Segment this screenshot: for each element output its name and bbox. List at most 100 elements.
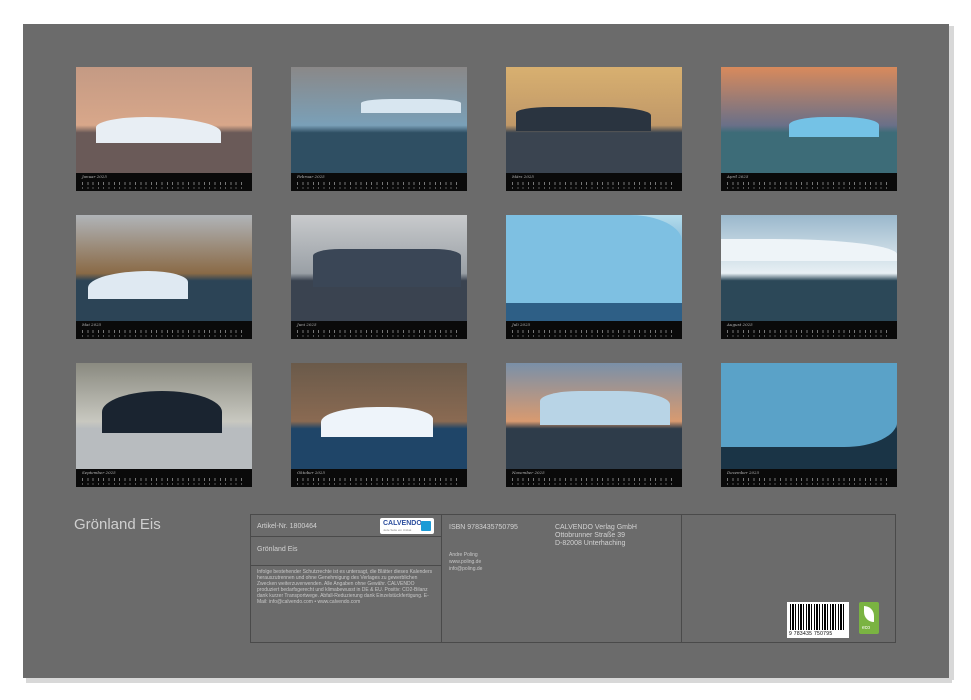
month-thumbnail: Februar 2025 [291, 67, 467, 191]
info-divider-1 [441, 515, 442, 642]
weekday-row [512, 187, 676, 189]
iceberg-shape [321, 407, 433, 437]
day-numbers [297, 330, 461, 333]
month-label: September 2025 [82, 470, 116, 475]
month-thumbnail: August 2025 [721, 215, 897, 339]
day-numbers [512, 182, 676, 185]
month-photo [506, 67, 682, 173]
iceberg-shape [721, 363, 897, 447]
iceberg-shape [516, 107, 651, 131]
article-number: Artikel-Nr. 1800464 [257, 523, 317, 530]
isbn-barcode: 9 783435 750795 [787, 602, 849, 638]
sheet-shadow-bottom [26, 678, 952, 683]
logo-subtext: Jede Seite ein Unikat [383, 528, 412, 532]
eco-label: eco [862, 625, 871, 631]
month-calendar-strip: Februar 2025 [291, 173, 467, 191]
month-thumbnail: Mai 2025 [76, 215, 252, 339]
iceberg-shape [540, 391, 670, 425]
month-label: März 2025 [512, 174, 534, 179]
logo-square-icon [421, 521, 431, 531]
calvendo-logo: CALVENDO Jede Seite ein Unikat [380, 518, 434, 534]
eco-badge: eco [859, 602, 879, 634]
day-numbers [512, 330, 676, 333]
month-photo [291, 67, 467, 173]
day-numbers [297, 478, 461, 481]
month-label: August 2025 [727, 322, 753, 327]
month-photo [76, 363, 252, 469]
month-thumbnail: März 2025 [506, 67, 682, 191]
month-label: Oktober 2025 [297, 470, 326, 475]
month-label: Juli 2025 [512, 322, 531, 327]
author-name: Andre Poling [449, 552, 478, 558]
month-photo [76, 67, 252, 173]
sheet-shadow-right [949, 26, 954, 680]
weekday-row [727, 187, 891, 189]
month-photo [721, 215, 897, 321]
iceberg-shape [313, 249, 461, 287]
month-photo [506, 363, 682, 469]
month-label: Februar 2025 [297, 174, 325, 179]
author-web: www.poling.de [449, 559, 482, 565]
month-thumbnail: November 2025 [506, 363, 682, 487]
iceberg-shape [361, 99, 461, 113]
month-label: November 2025 [512, 470, 545, 475]
month-thumbnail: Juli 2025 [506, 215, 682, 339]
month-calendar-strip: Oktober 2025 [291, 469, 467, 487]
barcode-number: 9 783435 750795 [789, 631, 833, 637]
iceberg-shape [721, 239, 897, 261]
weekday-row [512, 483, 676, 485]
isbn: ISBN 9783435750795 [449, 524, 518, 531]
publisher-city: D-82008 Unterhaching [555, 540, 626, 547]
month-calendar-strip: März 2025 [506, 173, 682, 191]
month-thumbnail: Juni 2025 [291, 215, 467, 339]
weekday-row [512, 335, 676, 337]
iceberg-shape [506, 215, 682, 303]
month-thumbnail: Januar 2025 [76, 67, 252, 191]
info-box: Artikel-Nr. 1800464 CALVENDO Jede Seite … [250, 514, 896, 643]
month-label: Januar 2025 [82, 174, 107, 179]
month-label: Juni 2025 [297, 322, 317, 327]
day-numbers [82, 478, 246, 481]
iceberg-shape [96, 117, 221, 143]
weekday-row [297, 483, 461, 485]
calendar-title: Grönland Eis [74, 516, 161, 533]
day-numbers [727, 478, 891, 481]
day-numbers [82, 182, 246, 185]
day-numbers [82, 330, 246, 333]
day-numbers [512, 478, 676, 481]
logo-text: CALVENDO [383, 520, 422, 527]
month-calendar-strip: August 2025 [721, 321, 897, 339]
info-divider-2 [681, 515, 682, 642]
month-calendar-strip: Dezember 2025 [721, 469, 897, 487]
day-numbers [727, 182, 891, 185]
month-photo [721, 67, 897, 173]
weekday-row [297, 187, 461, 189]
info-hline-2 [251, 565, 441, 566]
month-thumbnail: Oktober 2025 [291, 363, 467, 487]
weekday-row [82, 187, 246, 189]
month-label: Mai 2025 [82, 322, 102, 327]
product-title: Grönland Eis [257, 546, 298, 553]
iceberg-shape [102, 391, 222, 433]
publisher-name: CALVENDO Verlag GmbH [555, 524, 637, 531]
month-calendar-strip: November 2025 [506, 469, 682, 487]
month-calendar-strip: Juni 2025 [291, 321, 467, 339]
iceberg-shape [789, 117, 879, 137]
weekday-row [82, 335, 246, 337]
month-calendar-strip: September 2025 [76, 469, 252, 487]
month-photo [291, 215, 467, 321]
month-calendar-strip: Mai 2025 [76, 321, 252, 339]
month-thumbnail: April 2025 [721, 67, 897, 191]
day-numbers [297, 182, 461, 185]
month-thumbnail: Dezember 2025 [721, 363, 897, 487]
publisher-street: Ottobrunner Straße 39 [555, 532, 626, 539]
weekday-row [727, 335, 891, 337]
month-calendar-strip: Juli 2025 [506, 321, 682, 339]
day-numbers [727, 330, 891, 333]
weekday-row [727, 483, 891, 485]
leaf-icon [864, 606, 874, 622]
iceberg-shape [88, 271, 188, 299]
month-thumbnail: September 2025 [76, 363, 252, 487]
legal-text: Infolge bestehender Schutzrechte ist es … [257, 569, 433, 605]
month-label: Dezember 2025 [727, 470, 760, 475]
